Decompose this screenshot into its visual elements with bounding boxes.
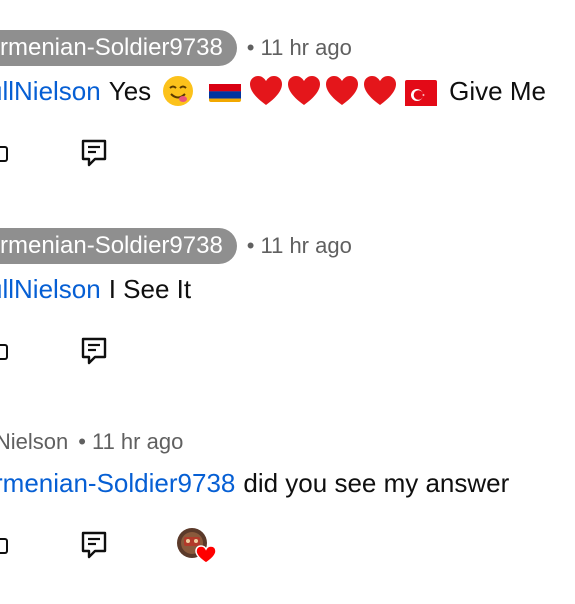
mention-link[interactable]: ullNielson xyxy=(0,74,101,108)
comment-header: rmenian-Soldier9738 • 11 hr ago xyxy=(0,228,352,264)
author-name[interactable]: lNielson xyxy=(0,424,68,460)
comment-3: lNielson • 11 hr ago rmenian-Soldier9738… xyxy=(0,424,575,604)
reply-comment-icon[interactable] xyxy=(80,530,108,564)
armenia-flag-emoji-icon xyxy=(209,80,242,102)
dislike-icon[interactable] xyxy=(0,538,8,554)
dislike-icon[interactable] xyxy=(0,146,8,162)
red-heart-emoji-icon xyxy=(326,76,359,105)
comment-timestamp[interactable]: 11 hr ago xyxy=(92,424,183,460)
comment-body: rmenian-Soldier9738 did you see my answe… xyxy=(0,466,509,500)
comment-timestamp[interactable]: 11 hr ago xyxy=(261,228,352,264)
comment-text: I See It xyxy=(108,274,192,304)
comment-text-start: Yes xyxy=(108,76,152,106)
dislike-icon[interactable] xyxy=(0,344,8,360)
comment-text: Yes Give Me xyxy=(109,74,546,108)
comment-text: did you see my answer xyxy=(243,468,510,498)
meta-separator: • xyxy=(246,233,255,258)
creator-heart-icon xyxy=(177,528,216,564)
comment-header: lNielson • 11 hr ago xyxy=(0,424,183,460)
comment-header: rmenian-Soldier9738 • 11 hr ago xyxy=(0,30,352,66)
comment-actions xyxy=(0,336,575,376)
red-heart-emoji-icon xyxy=(288,76,321,105)
smiling-face-emoji-icon xyxy=(163,76,194,106)
mention-link[interactable]: ullNielson xyxy=(0,272,101,306)
meta-separator: • xyxy=(246,35,255,60)
author-name-highlighted[interactable]: rmenian-Soldier9738 xyxy=(0,228,237,264)
comment-2: rmenian-Soldier9738 • 11 hr ago ullNiels… xyxy=(0,228,575,408)
red-heart-emoji-icon xyxy=(250,76,283,105)
comment-timestamp[interactable]: 11 hr ago xyxy=(261,30,352,66)
comment-actions xyxy=(0,138,575,178)
author-name-highlighted[interactable]: rmenian-Soldier9738 xyxy=(0,30,237,66)
comment-body: ullNielson Yes xyxy=(0,74,546,108)
comment-text-end: Give Me xyxy=(449,76,546,106)
red-heart-emoji-icon xyxy=(364,76,397,105)
reply-comment-icon[interactable] xyxy=(80,138,108,172)
comment-actions xyxy=(0,528,575,570)
comment-1: rmenian-Soldier9738 • 11 hr ago ullNiels… xyxy=(0,30,575,210)
reply-comment-icon[interactable] xyxy=(80,336,108,370)
meta-separator: • xyxy=(78,429,86,454)
comment-body: ullNielson I See It xyxy=(0,272,191,306)
mention-link[interactable]: rmenian-Soldier9738 xyxy=(0,466,235,500)
turkey-flag-emoji-icon xyxy=(405,80,438,106)
